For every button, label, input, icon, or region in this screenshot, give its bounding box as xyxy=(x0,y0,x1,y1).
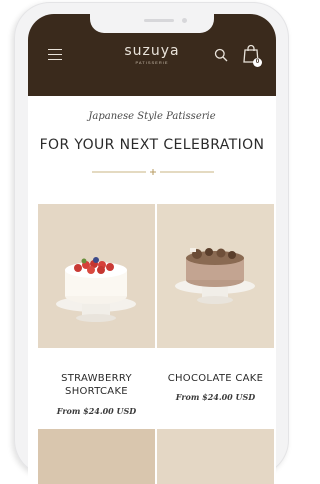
product-price: From $24.00 USD xyxy=(175,392,256,402)
product-image-partial[interactable] xyxy=(157,429,274,484)
decorative-divider xyxy=(92,169,214,175)
product-name-chocolate-cake[interactable]: CHOCOLATE CAKE xyxy=(157,372,274,385)
site-logo[interactable]: suzuya xyxy=(106,43,198,59)
product-name-line: STRAWBERRY xyxy=(61,373,132,384)
product-name-line: CHOCOLATE CAKE xyxy=(167,373,264,384)
phone-notch xyxy=(90,14,214,33)
product-image-chocolate-cake[interactable] xyxy=(157,204,274,348)
search-icon[interactable] xyxy=(214,48,228,62)
strawberry-shortcake-illustration xyxy=(56,257,136,322)
section-title: FOR YOUR NEXT CELEBRATION xyxy=(39,137,265,153)
hamburger-menu-icon[interactable] xyxy=(48,49,62,61)
front-camera xyxy=(182,18,187,23)
product-price: From $24.00 USD xyxy=(56,406,137,416)
product-name-strawberry-shortcake[interactable]: STRAWBERRY SHORTCAKE xyxy=(38,372,155,398)
section-subtitle: Japanese Style Patisserie xyxy=(88,111,216,122)
site-logo-subtext: PATISSERIE xyxy=(135,60,169,65)
product-image-strawberry-shortcake[interactable] xyxy=(38,204,155,348)
chocolate-cake-illustration xyxy=(175,248,255,304)
product-image-partial[interactable] xyxy=(38,429,155,484)
speaker-grille xyxy=(144,19,174,22)
phone-screen: suzuya PATISSERIE 0 Japanese Style Patis… xyxy=(28,14,276,484)
product-name-line: SHORTCAKE xyxy=(65,386,128,397)
cart-count-badge[interactable]: 0 xyxy=(253,58,262,67)
